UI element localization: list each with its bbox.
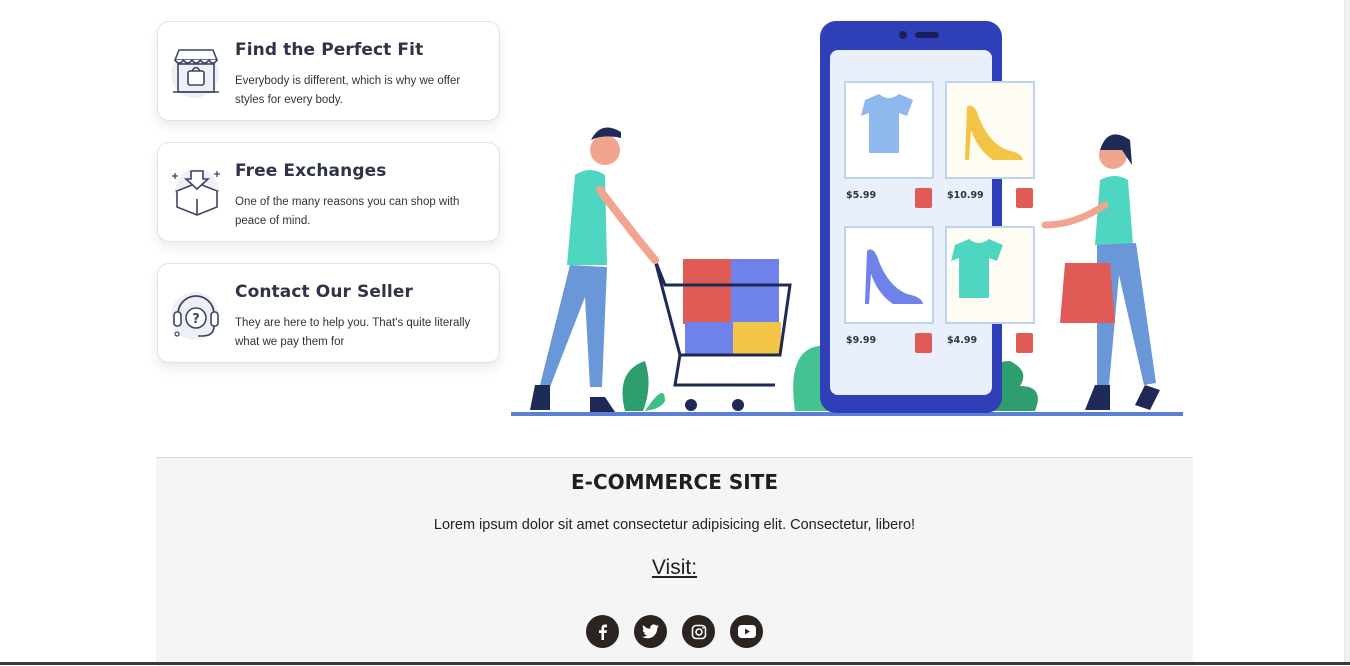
feature-title: Free Exchanges bbox=[235, 161, 387, 181]
youtube-icon[interactable] bbox=[730, 615, 763, 648]
feature-card-perfect-fit: Find the Perfect Fit Everybody is differ… bbox=[157, 21, 500, 121]
feature-text: Everybody is different, which is why we … bbox=[235, 75, 461, 106]
feature-card-free-exchanges: Free Exchanges One of the many reasons y… bbox=[157, 142, 500, 242]
feature-title: Contact Our Seller bbox=[235, 282, 413, 302]
store-icon bbox=[169, 44, 223, 100]
site-footer: E-COMMERCE SITE Lorem ipsum dolor sit am… bbox=[156, 457, 1193, 666]
feature-card-contact-seller: ? Contact Our Seller They are here to he… bbox=[157, 263, 500, 363]
twitter-icon[interactable] bbox=[634, 615, 667, 648]
price-label: $4.99 bbox=[947, 335, 977, 346]
headset-icon: ? bbox=[169, 286, 223, 342]
scrollbar-track[interactable] bbox=[1344, 0, 1350, 665]
svg-text:?: ? bbox=[192, 312, 200, 327]
facebook-icon[interactable] bbox=[586, 615, 619, 648]
footer-visit-label: Visit: bbox=[651, 556, 698, 579]
price-label: $9.99 bbox=[846, 335, 876, 346]
feature-text: One of the many reasons you can shop wit… bbox=[235, 196, 460, 227]
feature-text: They are here to help you. That's quite … bbox=[235, 317, 471, 348]
price-label: $5.99 bbox=[846, 190, 876, 201]
shopping-illustration: $5.99 $10.99 $9.99 $4.99 bbox=[505, 15, 1195, 425]
feature-title: Find the Perfect Fit bbox=[235, 40, 424, 60]
social-links bbox=[586, 615, 766, 649]
footer-description: Lorem ipsum dolor sit amet consectetur a… bbox=[433, 517, 916, 533]
instagram-icon[interactable] bbox=[682, 615, 715, 648]
box-icon bbox=[169, 165, 223, 221]
price-label: $10.99 bbox=[947, 190, 984, 201]
footer-brand: E-COMMERCE SITE bbox=[571, 470, 778, 494]
